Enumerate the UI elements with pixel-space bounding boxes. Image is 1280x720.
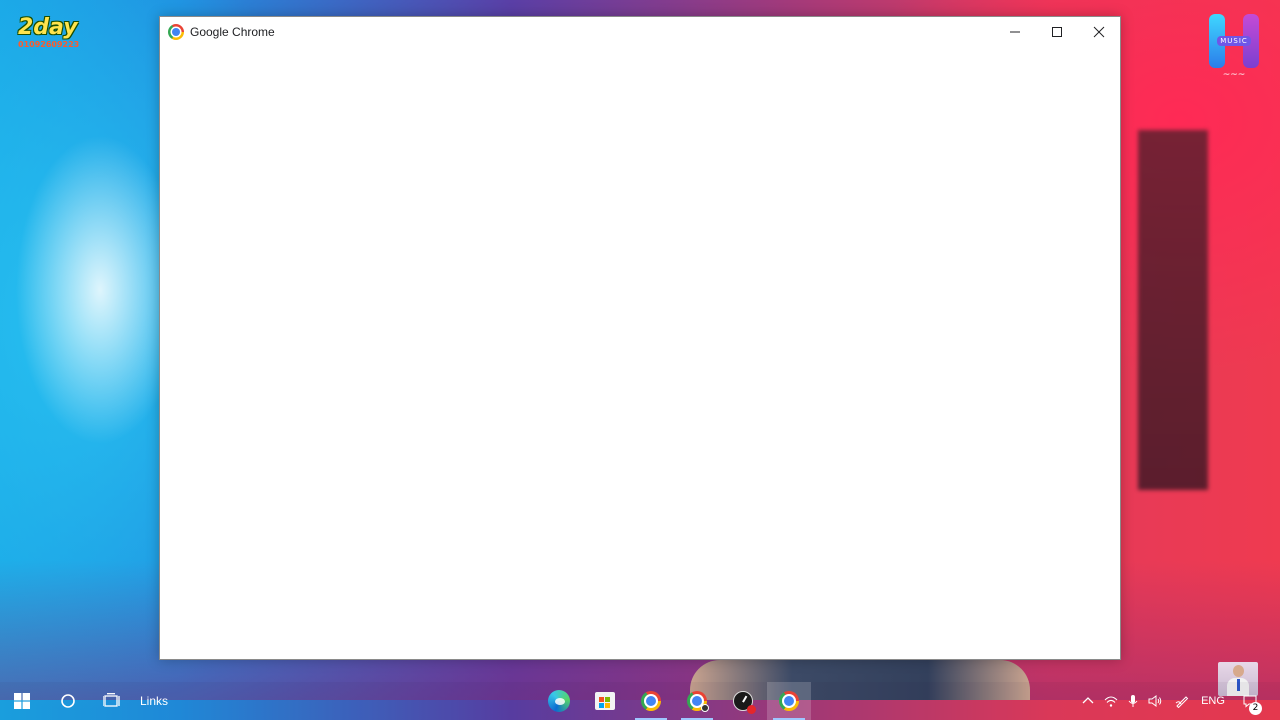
task-view-icon [103, 693, 120, 707]
chrome-icon [168, 24, 184, 40]
pen-ink-icon [1175, 696, 1189, 708]
start-button[interactable] [0, 682, 44, 720]
channel-logo-right: MUSIC ~~~ [1204, 14, 1264, 84]
cortana-circle-icon [61, 694, 75, 708]
tray-overflow-button[interactable] [1078, 682, 1098, 720]
maximize-button[interactable] [1036, 17, 1078, 47]
store-icon [595, 692, 615, 710]
chrome-icon [779, 691, 799, 711]
logo-brand-text: 2day [18, 15, 78, 40]
h-logo-icon: MUSIC [1207, 14, 1261, 68]
window-titlebar[interactable]: Google Chrome [160, 17, 1120, 47]
tray-pen-button[interactable] [1172, 682, 1192, 720]
window-title: Google Chrome [190, 25, 275, 39]
taskbar-app-recorder[interactable] [721, 682, 765, 720]
notification-count-badge: 2 [1249, 702, 1262, 715]
maximize-icon [1052, 27, 1062, 37]
task-view-button[interactable] [90, 682, 134, 720]
minimize-button[interactable] [994, 17, 1036, 47]
logo-phone-text: 01092609223 [18, 40, 80, 49]
taskbar-app-edge[interactable] [537, 682, 581, 720]
windows-icon [14, 693, 30, 709]
close-icon [1093, 26, 1105, 38]
profile-badge-icon [701, 704, 709, 712]
microphone-icon [1128, 695, 1138, 707]
speaker-icon [1148, 695, 1162, 707]
background-doorway [1138, 130, 1208, 490]
cortana-button[interactable] [46, 682, 90, 720]
taskbar-app-chrome[interactable] [629, 682, 673, 720]
channel-logo-left: 2day 01092609223 [18, 16, 80, 54]
taskbar-app-chrome-active[interactable] [767, 682, 811, 720]
links-toolbar[interactable]: Links [134, 682, 174, 720]
taskbar-app-store[interactable] [583, 682, 627, 720]
chevron-up-icon [1082, 697, 1094, 704]
clock-record-icon [733, 691, 756, 714]
logo-signature: ~~~ [1222, 70, 1246, 80]
wifi-icon [1104, 696, 1118, 707]
taskbar: Links ENG 2 [0, 682, 1280, 720]
taskbar-app-chrome-profile[interactable] [675, 682, 719, 720]
tray-network-button[interactable] [1101, 682, 1121, 720]
close-button[interactable] [1078, 17, 1120, 47]
notification-center-button[interactable]: 2 [1236, 682, 1264, 720]
chrome-icon [641, 691, 661, 711]
tray-language-button[interactable]: ENG [1198, 682, 1228, 720]
window-controls [994, 17, 1120, 47]
minimize-icon [1010, 31, 1020, 33]
window-content[interactable] [160, 47, 1120, 659]
edge-icon [548, 690, 570, 712]
tray-volume-button[interactable] [1145, 682, 1165, 720]
tray-mic-button[interactable] [1123, 682, 1143, 720]
chrome-window[interactable]: Google Chrome [159, 16, 1121, 660]
logo-music-text: MUSIC [1220, 37, 1248, 45]
